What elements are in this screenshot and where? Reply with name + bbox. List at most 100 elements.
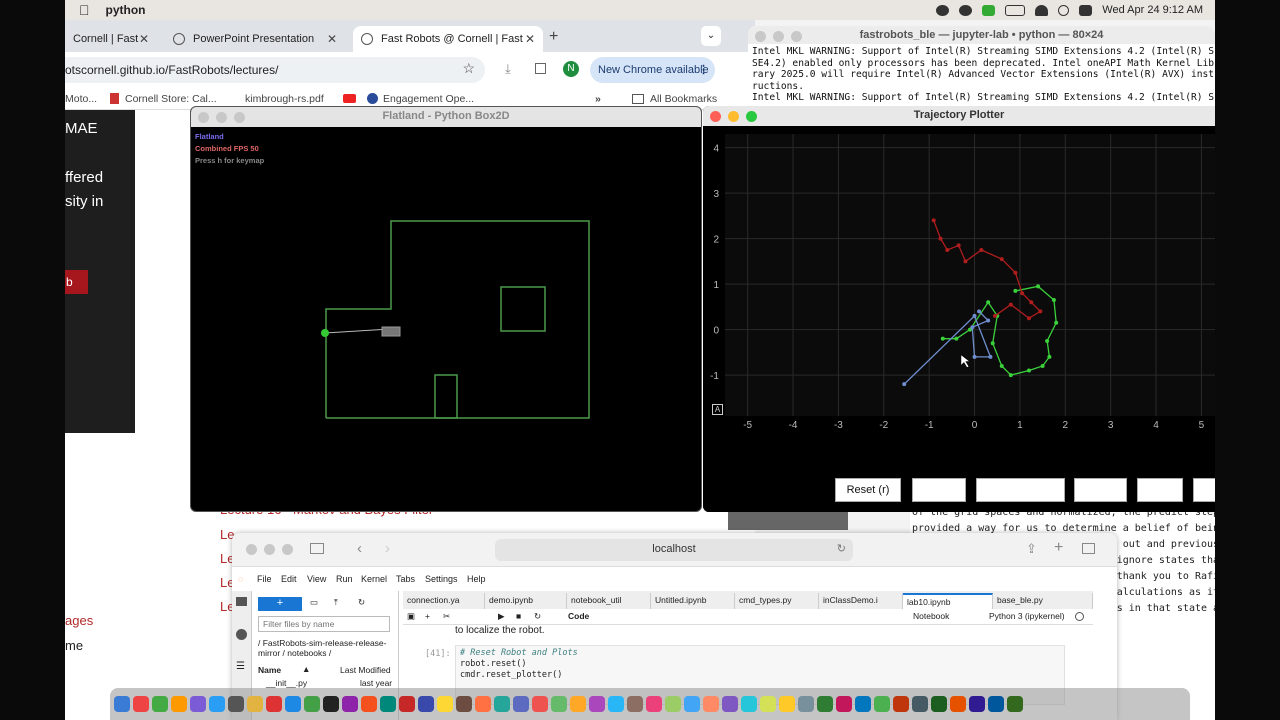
sidebar-link[interactable]: me bbox=[65, 638, 83, 653]
side-panel-icon[interactable] bbox=[535, 63, 546, 74]
plot-button[interactable] bbox=[1193, 478, 1215, 502]
dock-app-icon[interactable] bbox=[950, 696, 966, 712]
new-tab-icon[interactable]: + bbox=[549, 28, 558, 46]
zoom-icon[interactable] bbox=[746, 111, 757, 122]
column-modified[interactable]: Last Modified bbox=[340, 665, 391, 675]
dock-app-icon[interactable] bbox=[456, 696, 472, 712]
dock-app-icon[interactable] bbox=[855, 696, 871, 712]
file-name[interactable]: __init__.py bbox=[266, 678, 307, 688]
dock-app-icon[interactable] bbox=[627, 696, 643, 712]
dock-app-icon[interactable] bbox=[342, 696, 358, 712]
refresh-icon[interactable]: ↻ bbox=[358, 597, 365, 608]
app-status-icon[interactable] bbox=[982, 4, 996, 16]
tab-inclassdemo[interactable]: inClassDemo.i bbox=[819, 593, 903, 609]
column-name[interactable]: Name bbox=[258, 665, 281, 675]
sort-icon[interactable]: ▲ bbox=[302, 664, 310, 674]
dock-app-icon[interactable] bbox=[779, 696, 795, 712]
dock-app-icon[interactable] bbox=[323, 696, 339, 712]
plot-area[interactable]: -5 -4 -3 -2 -1 0 1 2 3 4 5 -1 0 1 2 3 4 A Reset (r) bbox=[703, 126, 1215, 512]
zoom-icon[interactable] bbox=[791, 31, 802, 42]
dock-app-icon[interactable] bbox=[817, 696, 833, 712]
dock-app-icon[interactable] bbox=[893, 696, 909, 712]
stop-icon[interactable]: ■ bbox=[516, 611, 521, 621]
dock-app-icon[interactable] bbox=[1007, 696, 1023, 712]
dock-app-icon[interactable] bbox=[152, 696, 168, 712]
running-icon[interactable] bbox=[236, 629, 247, 640]
dock-app-icon[interactable] bbox=[570, 696, 586, 712]
kernel-name[interactable]: Python 3 (ipykernel) bbox=[989, 611, 1065, 621]
folder-icon[interactable] bbox=[236, 597, 247, 606]
auto-range-button[interactable]: A bbox=[712, 404, 723, 415]
plot-button[interactable] bbox=[976, 478, 1065, 502]
dock-app-icon[interactable] bbox=[361, 696, 377, 712]
tab-search-icon[interactable]: ⌄ bbox=[701, 26, 721, 46]
dock-app-icon[interactable] bbox=[646, 696, 662, 712]
dock-app-icon[interactable] bbox=[513, 696, 529, 712]
menu-tabs[interactable]: Tabs bbox=[396, 574, 415, 584]
tab-overview-icon[interactable] bbox=[1082, 543, 1095, 554]
plot-button[interactable] bbox=[912, 478, 966, 502]
dock-app-icon[interactable] bbox=[399, 696, 415, 712]
notebook-label[interactable]: Notebook bbox=[913, 611, 949, 621]
dock-app-icon[interactable] bbox=[798, 696, 814, 712]
save-icon[interactable]: ▣ bbox=[407, 611, 415, 622]
dock-app-icon[interactable] bbox=[437, 696, 453, 712]
sidebar-icon[interactable] bbox=[310, 543, 324, 554]
dock-app-icon[interactable] bbox=[209, 696, 225, 712]
close-icon[interactable] bbox=[246, 544, 257, 555]
control-center-icon[interactable] bbox=[1079, 4, 1093, 16]
youtube-icon[interactable] bbox=[343, 94, 356, 103]
dock-app-icon[interactable] bbox=[247, 696, 263, 712]
plot-button[interactable] bbox=[1137, 478, 1183, 502]
tab-cmd-types[interactable]: cmd_types.py bbox=[735, 593, 819, 609]
close-tab-icon[interactable]: ✕ bbox=[525, 32, 535, 46]
back-icon[interactable]: ‹ bbox=[357, 540, 362, 557]
dock-app-icon[interactable] bbox=[665, 696, 681, 712]
dock-app-icon[interactable] bbox=[190, 696, 206, 712]
dock-app-icon[interactable] bbox=[532, 696, 548, 712]
close-icon[interactable] bbox=[198, 112, 209, 123]
tab-fast-robots[interactable]: Fast Robots @ Cornell | Fast ✕ bbox=[353, 26, 543, 52]
dock-app-icon[interactable] bbox=[418, 696, 434, 712]
dock-app-icon[interactable] bbox=[912, 696, 928, 712]
menu-view[interactable]: View bbox=[307, 574, 326, 584]
dock-app-icon[interactable] bbox=[931, 696, 947, 712]
tab-connection[interactable]: connection.ya bbox=[403, 593, 485, 609]
bookmark-item[interactable]: kimbrough-rs.pdf bbox=[245, 93, 324, 105]
menu-settings[interactable]: Settings bbox=[425, 574, 458, 584]
minimize-icon[interactable] bbox=[773, 31, 784, 42]
minimize-icon[interactable] bbox=[264, 544, 275, 555]
add-cell-icon[interactable]: + bbox=[425, 611, 430, 621]
dock-app-icon[interactable] bbox=[285, 696, 301, 712]
all-bookmarks[interactable]: All Bookmarks bbox=[650, 93, 717, 105]
menu-kernel[interactable]: Kernel bbox=[361, 574, 387, 584]
minimize-icon[interactable] bbox=[728, 111, 739, 122]
new-chrome-available-button[interactable]: New Chrome available ⋮ bbox=[590, 57, 715, 83]
hero-button[interactable]: b bbox=[65, 270, 88, 294]
close-tab-icon[interactable]: ✕ bbox=[327, 32, 337, 46]
dock-app-icon[interactable] bbox=[703, 696, 719, 712]
dock-app-icon[interactable] bbox=[969, 696, 985, 712]
dock-app-icon[interactable] bbox=[836, 696, 852, 712]
active-app-name[interactable]: python bbox=[106, 3, 146, 17]
record-icon[interactable] bbox=[936, 4, 950, 16]
dock-app-icon[interactable] bbox=[475, 696, 491, 712]
tab-demo[interactable]: demo.ipynb bbox=[485, 593, 567, 609]
restart-icon[interactable]: ↻ bbox=[534, 611, 541, 622]
menu-help[interactable]: Help bbox=[467, 574, 486, 584]
wifi-icon[interactable] bbox=[1035, 4, 1049, 16]
dock-app-icon[interactable] bbox=[608, 696, 624, 712]
download-icon[interactable]: ⤓ bbox=[505, 61, 511, 77]
dock-app-icon[interactable] bbox=[266, 696, 282, 712]
reload-icon[interactable]: ↻ bbox=[837, 542, 846, 555]
dock-app-icon[interactable] bbox=[380, 696, 396, 712]
zoom-icon[interactable] bbox=[234, 112, 245, 123]
dock-app-icon[interactable] bbox=[988, 696, 1004, 712]
dock-app-icon[interactable] bbox=[228, 696, 244, 712]
menu-run[interactable]: Run bbox=[336, 574, 353, 584]
apple-icon[interactable]:  bbox=[79, 2, 90, 18]
dock-app-icon[interactable] bbox=[171, 696, 187, 712]
zoom-icon[interactable] bbox=[282, 544, 293, 555]
cell-type-select[interactable]: Code bbox=[568, 611, 589, 621]
forward-icon[interactable]: › bbox=[385, 540, 390, 557]
